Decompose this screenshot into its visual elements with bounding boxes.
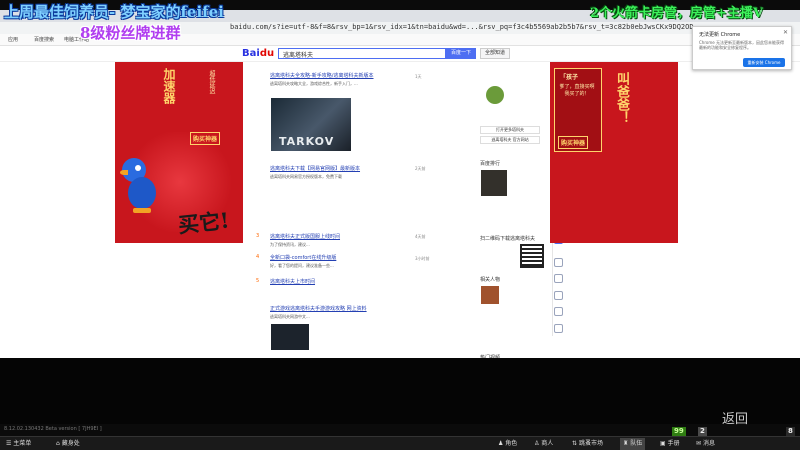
result-item[interactable]: 逃离塔科夫全攻略-新手攻略/逃离塔科夫新版本 逃离塔科夫攻略大全，游戏综合性，新…	[270, 72, 470, 87]
menu-character-label: 角色	[505, 440, 518, 447]
thumbnail-title: TARKOV	[279, 135, 335, 148]
left-ad-subtext: 超低延迟	[208, 70, 215, 94]
mail-icon[interactable]	[554, 274, 563, 283]
status-badge: 99	[672, 427, 686, 436]
result-title[interactable]: 逃离塔科夫上市时间	[270, 278, 470, 285]
qr-label: 扫二维码下载逃离塔科夫	[480, 236, 536, 242]
popup-text: Chrome 无法更新至最新版本，因此您未能获得最新的功能和安全修复程序。	[699, 40, 784, 50]
bookmark-apps[interactable]: 应用	[8, 36, 18, 43]
result-title[interactable]: 逃离塔科夫全攻略-新手攻略/逃离塔科夫新版本	[270, 72, 470, 79]
game-menu-bar: ☰ 主菜单 ⌂ 藏身处 ♟ 角色 ♙ 商人 ⇅ 跳蚤市场 ♜ 队伍 ▣ 手册 ✉…	[0, 436, 800, 450]
mascot-bird-feet	[133, 208, 151, 213]
result-meta: 4天前	[415, 234, 426, 239]
handbook-icon[interactable]: ▣ 手册	[660, 438, 680, 450]
messages-icon[interactable]: ✉ 消息	[696, 438, 715, 450]
back-button[interactable]: 返回	[722, 408, 748, 427]
menu-flea-label: 跳蚤市场	[578, 440, 603, 447]
page-content: 加速器 超低延迟 购买神器 买它! 逃离塔科夫全攻略-新手攻略/逃离塔科夫新版本…	[0, 62, 800, 361]
rank-title: 百度排行	[480, 161, 501, 167]
result-item[interactable]: 全新口袋-comfort在线升级版 好，看了您的提问，建议准备一些...	[270, 254, 470, 269]
menu-party-label: 队伍	[630, 440, 643, 447]
stream-screen: baidu.com/s?ie=utf-8&f=8&rsv_bp=1&rsv_id…	[0, 0, 800, 450]
comment-icon[interactable]	[554, 307, 563, 316]
person-avatar[interactable]	[481, 170, 507, 196]
result-title[interactable]: 逃离塔科夫下载【网易官网版】最新版本	[270, 165, 470, 172]
url-text[interactable]: baidu.com/s?ie=utf-8&f=8&rsv_bp=1&rsv_id…	[230, 23, 694, 31]
menu-main-label: 主菜单	[13, 440, 32, 447]
party-icon[interactable]: ♜ 队伍	[620, 438, 646, 450]
game-client-background	[0, 358, 800, 424]
stream-overlay-fanclub: 8级粉丝牌进群	[80, 24, 181, 42]
close-icon[interactable]: ✕	[783, 29, 788, 36]
game-version: 8.12.02.130432 Beta version [ 7JH9EI ]	[4, 426, 102, 432]
qr-code	[520, 244, 544, 268]
result-item[interactable]: 正式游戏逃离塔科夫手游游戏攻略 网上资料 逃离塔科夫网游中文...	[270, 305, 470, 320]
result-desc: 逃离塔科夫攻略大全，游戏综合性，新手入门，...	[270, 81, 358, 86]
mascot-bird-beak	[120, 170, 128, 175]
left-ad-slogan: 加速器	[162, 68, 176, 104]
baidu-search-bar: Baidu 逃离塔科夫 百度一下 全部知道	[0, 46, 800, 62]
search-input[interactable]: 逃离塔科夫	[278, 48, 446, 59]
side-button-official[interactable]: 逃离塔科夫 官方网站	[480, 136, 540, 144]
search-button-secondary[interactable]: 全部知道	[480, 48, 510, 59]
menu-traders-label: 商人	[541, 440, 554, 447]
reinstall-chrome-button[interactable]: 重新安装 Chrome	[743, 58, 785, 67]
traders-icon[interactable]: ♙ 商人	[534, 438, 553, 450]
right-ad-panel-title: 「孩子	[560, 74, 579, 81]
stream-overlay-feeder: 上周最佳饲养员- 梦宝家的feifei	[4, 3, 224, 21]
status-badge: 2	[698, 427, 707, 436]
left-ad-callout: 买它!	[176, 207, 231, 238]
result-thumbnail-small[interactable]	[271, 324, 309, 350]
menu-hideout-label: 藏身处	[61, 440, 80, 447]
related-person-avatar[interactable]	[481, 286, 499, 304]
result-meta: 2天前	[415, 166, 426, 171]
result-desc: 逃离塔科夫网易官方授权版本，免费下载	[270, 174, 342, 179]
result-desc: 为了保持资讯，建议...	[270, 242, 310, 247]
search-button[interactable]: 百度一下	[446, 48, 476, 59]
mascot-bird-body	[128, 177, 156, 209]
flea-market-icon[interactable]: ⇅ 跳蚤市场	[572, 438, 603, 450]
left-ad-tag: 购买神器	[190, 132, 221, 145]
chrome-update-popup: 无法更新 Chrome ✕ Chrome 无法更新至最新版本，因此您未能获得最新…	[692, 26, 792, 70]
result-rank: 4	[256, 254, 260, 260]
baidu-logo[interactable]: Baidu	[242, 48, 274, 59]
menu-messages-label: 消息	[702, 440, 715, 447]
menu-handbook-label: 手册	[667, 440, 680, 447]
browser-window: baidu.com/s?ie=utf-8&f=8&rsv_bp=1&rsv_id…	[0, 10, 800, 361]
mascot-bird-eye	[135, 165, 141, 171]
people-title: 相关人物	[480, 277, 501, 283]
bookmark-baidu[interactable]: 百度搜索	[34, 36, 54, 43]
result-item[interactable]: 逃离塔科夫正式版国服上线时间 为了保持资讯，建议...	[270, 233, 470, 248]
result-item[interactable]: 逃离塔科夫上市时间	[270, 278, 470, 285]
result-thumbnail[interactable]: TARKOV	[271, 98, 351, 151]
menu-icon[interactable]: ☰ 主菜单	[6, 438, 31, 450]
result-desc: 好，看了您的提问，建议准备一些...	[270, 263, 334, 268]
side-button-more[interactable]: 打开更多塔科夫	[480, 126, 540, 134]
result-title[interactable]: 逃离塔科夫正式版国服上线时间	[270, 233, 470, 240]
result-item[interactable]: 逃离塔科夫下载【网易官网版】最新版本 逃离塔科夫网易官方授权版本，免费下载	[270, 165, 470, 180]
result-title[interactable]: 正式游戏逃离塔科夫手游游戏攻略 网上资料	[270, 305, 470, 312]
result-meta: 3小时前	[415, 256, 430, 261]
rank-avatar[interactable]	[486, 86, 504, 104]
status-badge: 8	[786, 427, 795, 436]
result-rank: 3	[256, 233, 260, 239]
right-ad-tag: 购买神器	[558, 136, 589, 149]
popup-title: 无法更新 Chrome	[699, 32, 741, 38]
right-ad-panel-text: 爹了，直接买啊我买了的！	[559, 84, 595, 97]
heart-icon[interactable]	[554, 291, 563, 300]
result-rank: 5	[256, 278, 260, 284]
result-title[interactable]: 全新口袋-comfort在线升级版	[270, 254, 470, 261]
hideout-icon[interactable]: ⌂ 藏身处	[56, 438, 80, 450]
stream-overlay-rocket: 2个火箭卡房管，房管+主播V	[590, 6, 764, 21]
result-desc: 逃离塔科夫网游中文...	[270, 314, 310, 319]
back-to-top-icon[interactable]	[554, 324, 563, 333]
result-meta: 1天	[415, 74, 422, 79]
character-icon[interactable]: ♟ 角色	[498, 438, 517, 450]
right-ad-slogan: 叫爸爸！	[614, 72, 629, 124]
refresh-icon[interactable]	[554, 258, 563, 267]
